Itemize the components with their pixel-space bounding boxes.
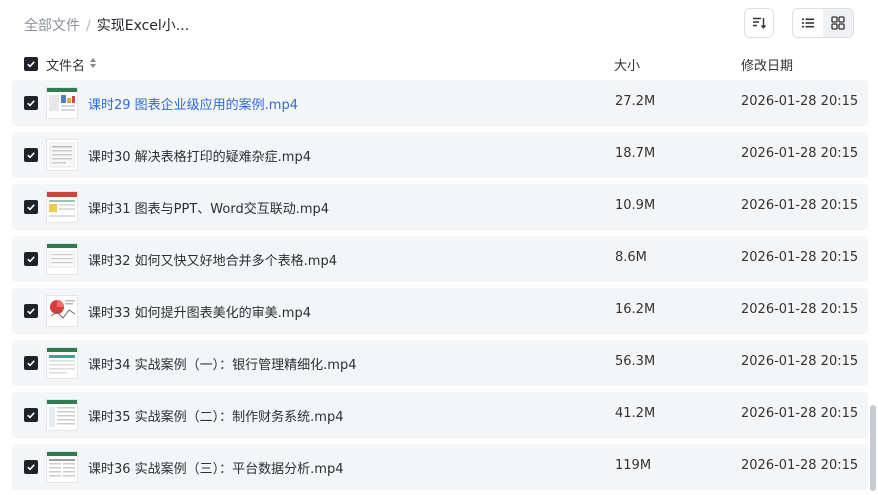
grid-icon (831, 16, 845, 30)
breadcrumb-root-link[interactable]: 全部文件 (24, 18, 80, 34)
spreadsheet-thumbnail-icon (47, 88, 77, 111)
video-thumbnail (46, 139, 78, 171)
file-modified-date: 2026-01-28 20:15 (741, 198, 859, 213)
spreadsheet-thumbnail-icon (47, 400, 77, 427)
checkmark-icon (27, 360, 35, 367)
row-checkbox[interactable] (24, 96, 38, 110)
file-size: 8.6M (615, 250, 647, 265)
file-name-link[interactable]: 课时35 实战案例（二）：制作财务系统.mp4 (88, 406, 344, 425)
file-name-link[interactable]: 课时31 图表与PPT、Word交互联动.mp4 (88, 198, 329, 217)
file-name-link[interactable]: 课时32 如何又快又好地合并多个表格.mp4 (88, 250, 337, 269)
video-thumbnail (46, 87, 78, 119)
file-row[interactable]: 课时34 实战案例（一）：银行管理精细化.mp4 56.3M 2026-01-2… (12, 340, 868, 386)
video-thumbnail (46, 399, 78, 431)
video-thumbnail (46, 347, 78, 379)
top-bar: 全部文件 / 实现Excel小... (0, 0, 878, 48)
file-name-link[interactable]: 课时29 图表企业级应用的案例.mp4 (88, 94, 298, 113)
file-modified-date: 2026-01-28 20:15 (741, 458, 859, 473)
sort-arrows-icon[interactable] (89, 57, 97, 69)
file-name-link[interactable]: 课时30 解决表格打印的疑难杂症.mp4 (88, 146, 311, 165)
file-row[interactable]: 课时36 实战案例（三）：平台数据分析.mp4 119M 2026-01-28 … (12, 444, 868, 490)
file-row[interactable]: 课时29 图表企业级应用的案例.mp4 27.2M 2026-01-28 20:… (12, 80, 868, 126)
file-modified-date: 2026-01-28 20:15 (741, 94, 859, 109)
video-thumbnail (46, 191, 78, 223)
file-row[interactable]: 课时31 图表与PPT、Word交互联动.mp4 10.9M 2026-01-2… (12, 184, 868, 230)
file-size: 41.2M (615, 406, 656, 421)
file-name-link[interactable]: 课时33 如何提升图表美化的审美.mp4 (88, 302, 311, 321)
row-checkbox[interactable] (24, 304, 38, 318)
row-checkbox[interactable] (24, 408, 38, 422)
breadcrumb-separator: / (86, 18, 91, 34)
file-name-link[interactable]: 课时34 实战案例（一）：银行管理精细化.mp4 (88, 354, 357, 373)
file-modified-date: 2026-01-28 20:15 (741, 146, 859, 161)
file-size: 56.3M (615, 354, 656, 369)
file-modified-date: 2026-01-28 20:15 (741, 250, 859, 265)
grid-view-button[interactable] (823, 9, 853, 37)
file-row[interactable]: 课时32 如何又快又好地合并多个表格.mp4 8.6M 2026-01-28 2… (12, 236, 868, 282)
file-modified-date: 2026-01-28 20:15 (741, 406, 859, 421)
column-header-name[interactable]: 文件名 (46, 55, 85, 74)
view-toggle (792, 8, 854, 38)
spreadsheet-thumbnail-icon (49, 142, 75, 168)
file-size: 10.9M (615, 198, 656, 213)
video-thumbnail (46, 243, 78, 275)
select-all-checkbox[interactable] (24, 57, 38, 71)
column-header-size[interactable]: 大小 (614, 55, 640, 74)
checkmark-icon (27, 204, 35, 211)
file-modified-date: 2026-01-28 20:15 (741, 354, 859, 369)
file-row[interactable]: 课时33 如何提升图表美化的审美.mp4 16.2M 2026-01-28 20… (12, 288, 868, 334)
file-modified-date: 2026-01-28 20:15 (741, 302, 859, 317)
sort-icon (753, 17, 767, 29)
checkmark-icon (27, 308, 35, 315)
spreadsheet-thumbnail-icon (47, 348, 77, 374)
list-icon (802, 18, 814, 28)
file-name-link[interactable]: 课时36 实战案例（三）：平台数据分析.mp4 (88, 458, 344, 477)
video-thumbnail (46, 295, 78, 327)
file-row[interactable]: 课时30 解决表格打印的疑难杂症.mp4 18.7M 2026-01-28 20… (12, 132, 868, 178)
spreadsheet-thumbnail-icon (47, 452, 77, 477)
video-thumbnail (46, 451, 78, 483)
checkmark-icon (27, 412, 35, 419)
file-size: 119M (615, 458, 652, 473)
spreadsheet-thumbnail-icon (47, 192, 77, 217)
spreadsheet-thumbnail-icon (47, 244, 77, 268)
list-view-button[interactable] (793, 9, 823, 37)
file-size: 27.2M (615, 94, 656, 109)
file-size: 18.7M (615, 146, 656, 161)
row-checkbox[interactable] (24, 200, 38, 214)
column-header-row: 文件名 大小 修改日期 (0, 48, 870, 80)
sort-button[interactable] (744, 8, 774, 38)
row-checkbox[interactable] (24, 252, 38, 266)
chart-thumbnail-icon (50, 300, 76, 319)
row-checkbox[interactable] (24, 356, 38, 370)
checkmark-icon (27, 61, 35, 68)
breadcrumb: 全部文件 / 实现Excel小... (24, 15, 189, 35)
breadcrumb-current: 实现Excel小... (96, 18, 190, 34)
file-size: 16.2M (615, 302, 656, 317)
file-row[interactable]: 课时35 实战案例（二）：制作财务系统.mp4 41.2M 2026-01-28… (12, 392, 868, 438)
row-checkbox[interactable] (24, 460, 38, 474)
checkmark-icon (27, 152, 35, 159)
row-checkbox[interactable] (24, 148, 38, 162)
column-header-modified[interactable]: 修改日期 (741, 55, 793, 74)
scrollbar-thumb[interactable] (870, 405, 876, 491)
checkmark-icon (27, 464, 35, 471)
checkmark-icon (27, 100, 35, 107)
checkmark-icon (27, 256, 35, 263)
